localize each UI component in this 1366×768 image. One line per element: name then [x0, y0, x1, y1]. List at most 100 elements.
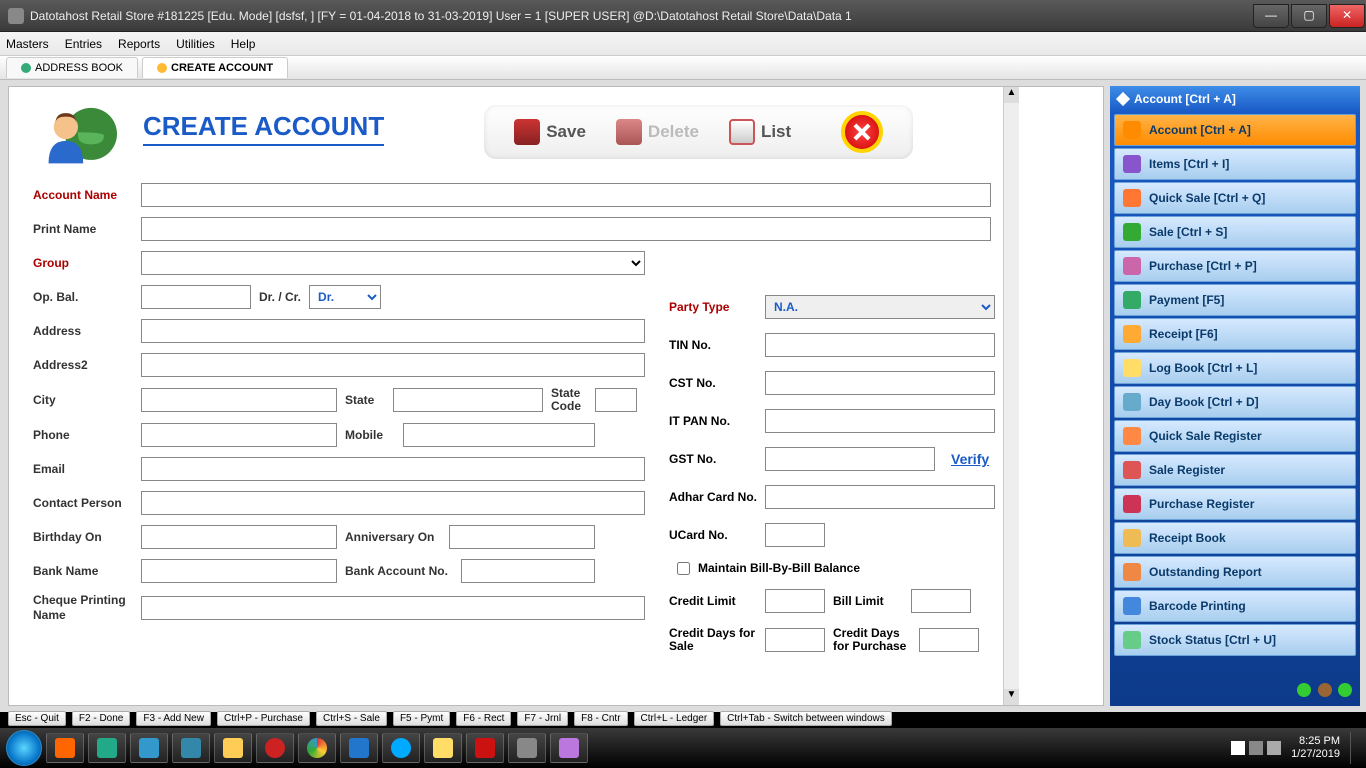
bank-name-input[interactable] [141, 559, 337, 583]
credit-limit-input[interactable] [765, 589, 825, 613]
maintain-bbb-checkbox[interactable] [677, 562, 690, 575]
sidebar-item-7[interactable]: Log Book [Ctrl + L] [1114, 352, 1356, 384]
ucard-input[interactable] [765, 523, 825, 547]
fkey-hint-1: F2 - Done [72, 711, 130, 726]
label-tin: TIN No. [669, 338, 757, 352]
taskbar-clock[interactable]: 8:25 PM 1/27/2019 [1291, 735, 1340, 761]
fkey-hints: Esc - QuitF2 - DoneF3 - Add NewCtrl+P - … [8, 711, 892, 726]
delete-button[interactable]: Delete [616, 119, 699, 145]
show-desktop-button[interactable] [1350, 732, 1360, 764]
minimize-button[interactable]: — [1253, 4, 1289, 28]
menu-reports[interactable]: Reports [118, 37, 160, 51]
cheque-name-input[interactable] [141, 596, 645, 620]
sidebar-item-0[interactable]: Account [Ctrl + A] [1114, 114, 1356, 146]
taskbar-opera[interactable] [256, 733, 294, 763]
group-select[interactable] [141, 251, 645, 275]
city-input[interactable] [141, 388, 337, 412]
taskbar-ie[interactable] [130, 733, 168, 763]
taskbar-notes[interactable] [424, 733, 462, 763]
taskbar-app3[interactable] [508, 733, 546, 763]
menu-masters[interactable]: Masters [6, 37, 49, 51]
list-button[interactable]: List [729, 119, 791, 145]
taskbar-chrome[interactable] [298, 733, 336, 763]
anniversary-input[interactable] [449, 525, 595, 549]
party-type-select[interactable]: N.A. [765, 295, 995, 319]
label-maintain-bbb: Maintain Bill-By-Bill Balance [698, 561, 860, 575]
label-drcr: Dr. / Cr. [259, 290, 301, 304]
state-input[interactable] [393, 388, 543, 412]
close-form-button[interactable] [841, 111, 883, 153]
label-print-name: Print Name [33, 222, 133, 236]
label-credit-days-sale: Credit Days for Sale [669, 627, 757, 653]
scrollbar[interactable]: ▲ ▼ [1003, 87, 1019, 705]
gst-input[interactable] [765, 447, 935, 471]
system-tray[interactable] [1231, 741, 1281, 755]
sidebar-item-6[interactable]: Receipt [F6] [1114, 318, 1356, 350]
taskbar-paint[interactable] [550, 733, 588, 763]
close-button[interactable]: ✕ [1329, 4, 1365, 28]
taskbar-explorer[interactable] [214, 733, 252, 763]
scroll-up-icon[interactable]: ▲ [1004, 87, 1019, 103]
label-state-code: State Code [551, 387, 587, 413]
contact-person-input[interactable] [141, 491, 645, 515]
sidebar-item-8[interactable]: Day Book [Ctrl + D] [1114, 386, 1356, 418]
label-email: Email [33, 462, 133, 476]
menu-help[interactable]: Help [231, 37, 256, 51]
adhar-input[interactable] [765, 485, 995, 509]
sidebar-item-15[interactable]: Stock Status [Ctrl + U] [1114, 624, 1356, 656]
bill-limit-input[interactable] [911, 589, 971, 613]
taskbar-word[interactable] [340, 733, 378, 763]
delete-label: Delete [648, 122, 699, 142]
cst-input[interactable] [765, 371, 995, 395]
itpan-input[interactable] [765, 409, 995, 433]
taskbar-app2[interactable] [172, 733, 210, 763]
sidebar-item-5[interactable]: Payment [F5] [1114, 284, 1356, 316]
email-input[interactable] [141, 457, 645, 481]
address2-input[interactable] [141, 353, 645, 377]
sidebar-item-1[interactable]: Items [Ctrl + I] [1114, 148, 1356, 180]
sidebar-item-13[interactable]: Outstanding Report [1114, 556, 1356, 588]
clock-time: 8:25 PM [1291, 735, 1340, 748]
verify-link[interactable]: Verify [951, 451, 989, 467]
nav-home-icon[interactable] [1318, 683, 1332, 697]
tray-flag-icon[interactable] [1231, 741, 1245, 755]
sidebar-item-9[interactable]: Quick Sale Register [1114, 420, 1356, 452]
taskbar-skype[interactable] [382, 733, 420, 763]
nav-back-icon[interactable] [1297, 683, 1311, 697]
sidebar-item-2[interactable]: Quick Sale [Ctrl + Q] [1114, 182, 1356, 214]
bank-account-no-input[interactable] [461, 559, 595, 583]
label-bill-limit: Bill Limit [833, 594, 903, 608]
tray-network-icon[interactable] [1249, 741, 1263, 755]
mobile-input[interactable] [403, 423, 595, 447]
start-button[interactable] [6, 730, 42, 766]
sidebar-item-icon [1123, 189, 1141, 207]
sidebar-item-4[interactable]: Purchase [Ctrl + P] [1114, 250, 1356, 282]
sidebar-item-10[interactable]: Sale Register [1114, 454, 1356, 486]
maximize-button[interactable]: ▢ [1291, 4, 1327, 28]
tray-volume-icon[interactable] [1267, 741, 1281, 755]
sidebar-item-3[interactable]: Sale [Ctrl + S] [1114, 216, 1356, 248]
save-button[interactable]: Save [514, 119, 586, 145]
tin-input[interactable] [765, 333, 995, 357]
tab-create-account[interactable]: CREATE ACCOUNT [142, 57, 288, 78]
taskbar-vlc[interactable] [46, 733, 84, 763]
tab-address-book[interactable]: ADDRESS BOOK [6, 57, 138, 78]
op-bal-input[interactable] [141, 285, 251, 309]
sidebar-item-11[interactable]: Purchase Register [1114, 488, 1356, 520]
sidebar-item-14[interactable]: Barcode Printing [1114, 590, 1356, 622]
taskbar-app1[interactable] [88, 733, 126, 763]
birthday-input[interactable] [141, 525, 337, 549]
state-code-input[interactable] [595, 388, 637, 412]
scroll-down-icon[interactable]: ▼ [1004, 689, 1019, 705]
credit-days-purchase-input[interactable] [919, 628, 979, 652]
drcr-select[interactable]: Dr. [309, 285, 381, 309]
label-op-bal: Op. Bal. [33, 290, 133, 304]
taskbar-acrobat[interactable] [466, 733, 504, 763]
menu-utilities[interactable]: Utilities [176, 37, 215, 51]
address-input[interactable] [141, 319, 645, 343]
phone-input[interactable] [141, 423, 337, 447]
menu-entries[interactable]: Entries [65, 37, 102, 51]
credit-days-sale-input[interactable] [765, 628, 825, 652]
nav-fwd-icon[interactable] [1338, 683, 1352, 697]
sidebar-item-12[interactable]: Receipt Book [1114, 522, 1356, 554]
